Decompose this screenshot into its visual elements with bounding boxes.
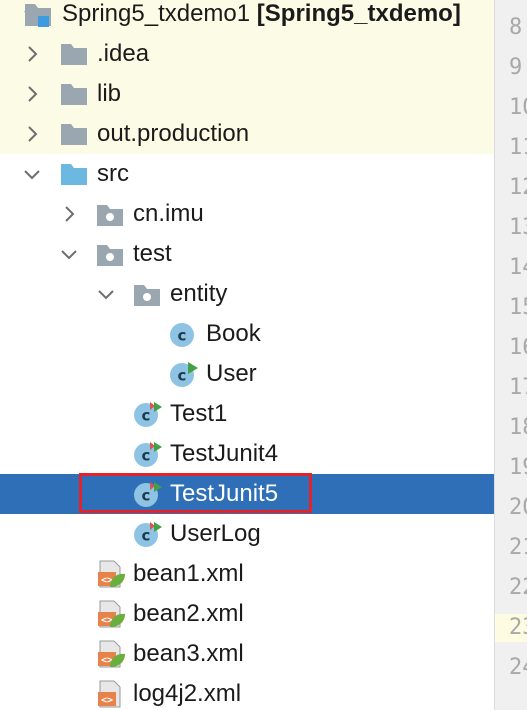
tree-item-label: test [133,240,172,267]
line-number: 10 [509,95,527,120]
line-number: 11 [509,135,527,160]
line-number-current: 23 [495,614,527,642]
tree-item-cn-imu[interactable]: cn.imu [0,194,494,234]
chevron-down-icon[interactable] [94,282,118,306]
svg-text:c: c [142,527,151,545]
tree-item-label: log4j2.xml [133,680,242,707]
test-class-icon: c [133,520,163,553]
chevron-down-icon[interactable] [57,242,81,266]
tree-item-label: bean2.xml [133,600,244,627]
source-folder-icon [60,162,88,191]
tree-item-bean2-xml[interactable]: <> bean2.xml [0,594,494,634]
tree-item-user[interactable]: c User [0,354,494,394]
line-number: 8 [509,15,523,40]
chevron-right-icon[interactable] [20,122,44,146]
chevron-right-icon[interactable] [20,42,44,66]
line-number: 21 [509,535,527,560]
tree-item-src[interactable]: src [0,154,494,194]
tree-item-label: out.production [97,120,250,147]
tree-item-label: cn.imu [133,200,204,227]
tree-item-label: .idea [97,40,150,67]
annotation-highlight-box [79,473,312,513]
test-class-icon: c [133,400,163,433]
folder-icon [60,42,88,71]
tree-item-label: TestJunit4 [170,440,279,467]
chevron-right-icon[interactable] [57,202,81,226]
class-icon: c [169,320,197,353]
svg-text:<>: <> [101,695,113,706]
tree-item-project-root[interactable]: Spring5_txdemo1 [Spring5_txdemo] [0,0,494,34]
tree-item-test1[interactable]: c Test1 [0,394,494,434]
module-icon [24,2,52,33]
line-number: 9 [509,55,523,80]
xml-file-icon: <> [96,679,126,710]
tree-item-label: bean3.xml [133,640,244,667]
editor-gutter: 8 9 10 11 12 13 14 15 16 17 18 19 20 21 … [494,0,527,710]
tree-item-bean3-xml[interactable]: <> bean3.xml [0,634,494,674]
project-name: Spring5_txdemo1 [62,0,251,27]
tree-item-idea[interactable]: .idea [0,34,494,74]
project-root-label: Spring5_txdemo1 [Spring5_txdemo] [62,0,461,28]
tree-item-label: lib [97,80,122,107]
folder-icon [60,122,88,151]
tree-item-testjunit4[interactable]: c TestJunit4 [0,434,494,474]
chevron-right-icon[interactable] [20,82,44,106]
tree-item-lib[interactable]: lib [0,74,494,114]
svg-text:c: c [142,447,151,465]
spring-xml-file-icon: <> [96,639,126,674]
svg-text:c: c [142,407,151,425]
tree-item-label: bean1.xml [133,560,244,587]
package-icon [96,243,124,272]
spring-xml-file-icon: <> [96,559,126,594]
line-number: 16 [509,335,527,360]
test-class-icon: c [133,440,163,473]
tree-item-book[interactable]: c Book [0,314,494,354]
folder-icon [60,82,88,111]
svg-text:c: c [178,367,187,385]
tree-item-label: Test1 [170,400,228,427]
line-number: 12 [509,175,527,200]
ide-window: Spring5_txdemo1 [Spring5_txdemo] .idea l… [0,0,527,710]
runnable-class-icon: c [169,360,199,393]
tree-item-test[interactable]: test [0,234,494,274]
tree-item-log4j2-xml[interactable]: <> log4j2.xml [0,674,494,710]
line-number: 17 [509,375,527,400]
line-number: 13 [509,215,527,240]
line-number: 20 [509,495,527,520]
tree-item-label: UserLog [170,520,261,547]
line-number: 22 [509,575,527,600]
line-number: 18 [509,415,527,440]
line-number: 14 [509,255,527,280]
tree-item-label: Book [206,320,261,347]
spring-xml-file-icon: <> [96,599,126,634]
tree-item-bean1-xml[interactable]: <> bean1.xml [0,554,494,594]
tree-item-label: src [97,160,129,187]
line-number: 19 [509,455,527,480]
tree-item-label: User [206,360,257,387]
line-number: 15 [509,295,527,320]
line-number: 24 [509,655,527,680]
chevron-down-icon[interactable] [20,162,44,186]
project-tree[interactable]: Spring5_txdemo1 [Spring5_txdemo] .idea l… [0,0,494,710]
package-icon [133,283,161,312]
svg-text:c: c [178,327,187,345]
tree-item-out-production[interactable]: out.production [0,114,494,154]
module-name: [Spring5_txdemo] [256,0,461,27]
tree-item-label: entity [170,280,228,307]
package-icon [96,203,124,232]
tree-item-userlog[interactable]: c UserLog [0,514,494,554]
tree-item-entity[interactable]: entity [0,274,494,314]
